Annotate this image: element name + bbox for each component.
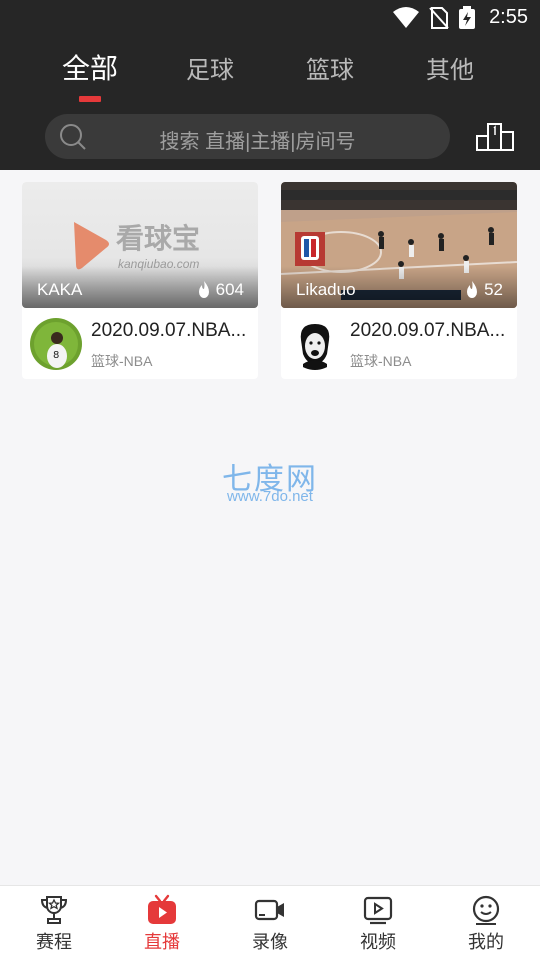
- tab-all[interactable]: 全部: [30, 47, 150, 87]
- nav-label: 视频: [360, 932, 396, 952]
- nav-live[interactable]: 直播: [108, 886, 216, 960]
- wifi-icon: [392, 6, 420, 34]
- room-title: 2020.09.07.NBA...: [350, 320, 506, 341]
- svg-text:看球宝: 看球宝: [116, 222, 200, 255]
- heat-count: 604: [197, 280, 244, 300]
- streamer-name: Likaduo: [296, 280, 356, 299]
- nav-label: 直播: [144, 932, 180, 952]
- smiley-face-icon: [472, 895, 500, 925]
- nav-recordings[interactable]: 录像: [216, 886, 324, 960]
- trophy-icon: [40, 896, 68, 924]
- status-time: 2:55: [489, 6, 528, 28]
- tab-football[interactable]: 足球: [150, 50, 270, 85]
- flame-icon: [467, 281, 478, 298]
- room-title: 2020.09.07.NBA...: [91, 320, 247, 341]
- nav-label: 赛程: [36, 932, 72, 952]
- bottom-navigation: 赛程 直播 录像 视频 我的: [0, 885, 540, 960]
- nav-label: 录像: [252, 932, 288, 952]
- room-thumbnail: 看球宝 kanqiubao.com KAKA 604: [22, 182, 258, 308]
- watermark-url: www.7do.net: [227, 488, 313, 505]
- active-tab-indicator: [79, 96, 101, 102]
- ranking-podium-icon[interactable]: [475, 118, 515, 156]
- video-camera-icon: [254, 899, 284, 921]
- tab-basketball[interactable]: 篮球: [270, 50, 390, 85]
- avatar[interactable]: [289, 318, 341, 370]
- tab-other[interactable]: 其他: [390, 50, 510, 85]
- play-video-icon: [363, 896, 393, 925]
- room-thumbnail: Likaduo 52: [281, 182, 517, 308]
- status-bar: 2:55: [0, 0, 540, 36]
- room-category: 篮球-NBA: [350, 353, 412, 369]
- tv-icon: [148, 894, 176, 924]
- svg-text:8: 8: [53, 350, 59, 361]
- nav-schedule[interactable]: 赛程: [0, 886, 108, 960]
- search-placeholder: 搜索 直播|主播|房间号: [159, 131, 356, 153]
- heat-count: 52: [465, 280, 503, 300]
- room-category: 篮球-NBA: [91, 353, 153, 369]
- search-bar[interactable]: 搜索 直播|主播|房间号: [45, 114, 450, 159]
- no-sim-icon: [428, 6, 450, 34]
- avatar[interactable]: 8: [30, 318, 82, 370]
- nav-videos[interactable]: 视频: [324, 886, 432, 960]
- top-header: 2:55 全部 足球 篮球 其他 搜索 直播|主播|房间号: [0, 0, 540, 170]
- live-room-card[interactable]: Likaduo 52 2020.09.07.NBA... 篮球-NBA: [281, 182, 517, 379]
- nav-label: 我的: [468, 932, 504, 952]
- streamer-name: KAKA: [37, 280, 83, 299]
- battery-charging-icon: [458, 6, 476, 34]
- nav-profile[interactable]: 我的: [432, 886, 540, 960]
- live-room-card[interactable]: 看球宝 kanqiubao.com KAKA 604 8 2020.09.07.…: [22, 182, 258, 379]
- flame-icon: [198, 281, 209, 298]
